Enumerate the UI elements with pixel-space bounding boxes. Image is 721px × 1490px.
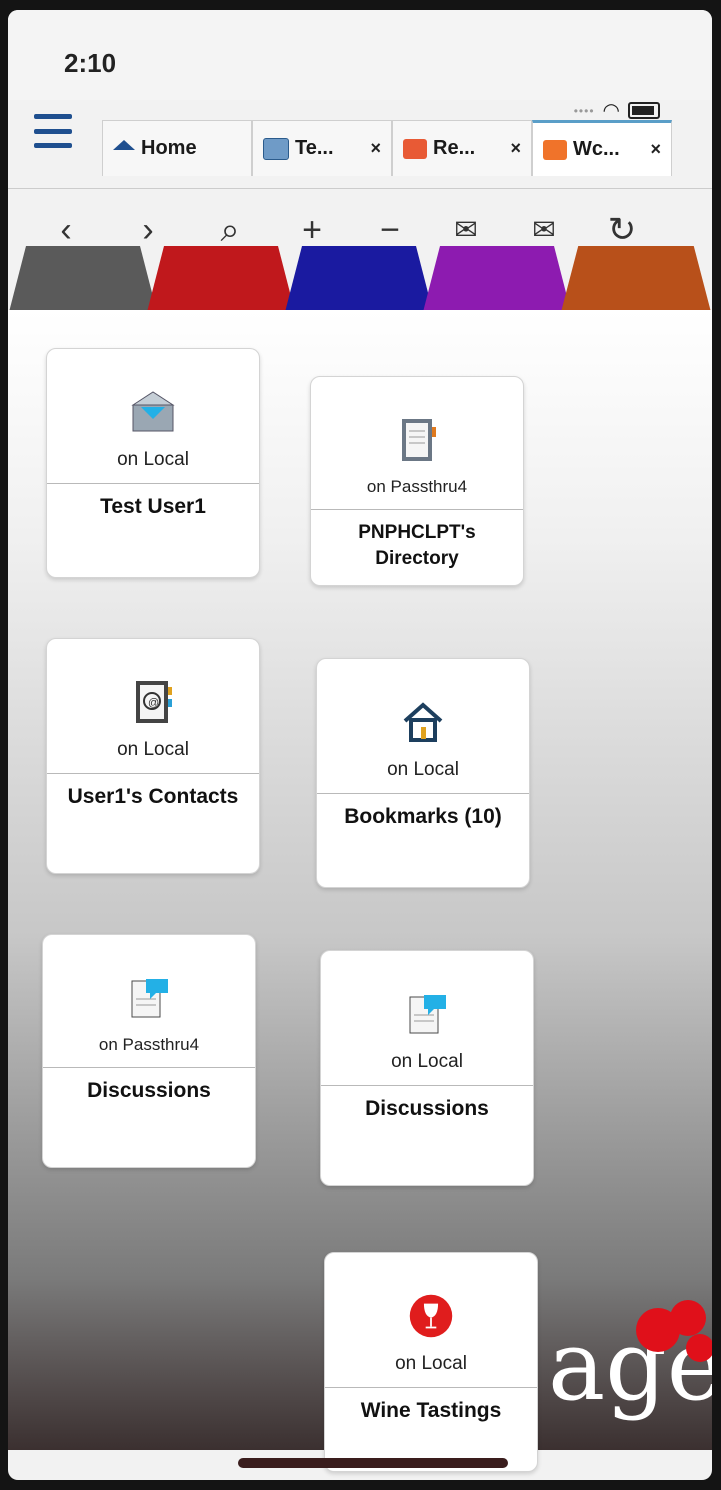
- tile-discussions-passthru[interactable]: on Passthru4 Discussions: [42, 934, 256, 1168]
- tile-wine-tastings[interactable]: on Local Wine Tastings: [324, 1252, 538, 1472]
- tile-location: on Local: [117, 739, 189, 760]
- tab-label: Te...: [295, 137, 334, 159]
- tile-test-user1[interactable]: on Local Test User1: [46, 348, 260, 578]
- tab-re[interactable]: Re... ×: [392, 120, 532, 176]
- folder-icon: [403, 138, 427, 159]
- tile-bookmarks[interactable]: on Local Bookmarks (10): [316, 658, 530, 888]
- tile-directory[interactable]: on Passthru4 PNPHCLPT's Directory: [310, 376, 524, 586]
- close-icon[interactable]: ×: [370, 138, 381, 159]
- forward-icon[interactable]: ›: [126, 210, 170, 250]
- tab-home[interactable]: Home: [102, 120, 252, 176]
- battery-icon: [628, 102, 660, 119]
- tile-title: Bookmarks (10): [344, 805, 502, 828]
- close-icon[interactable]: ×: [650, 139, 661, 160]
- mail-forward-icon[interactable]: ✉: [522, 210, 566, 250]
- tile-title: PNPHCLPT's Directory: [358, 522, 476, 569]
- contacts-icon: @: [130, 679, 176, 725]
- color-tab[interactable]: [146, 246, 296, 316]
- tab-wc[interactable]: Wc... ×: [532, 120, 672, 176]
- home-icon: [113, 139, 135, 150]
- home-indicator[interactable]: [238, 1458, 508, 1468]
- color-tab[interactable]: [8, 246, 158, 316]
- status-bar: 2:10 •••• ◠: [8, 10, 712, 122]
- status-time: 2:10: [64, 48, 117, 78]
- workspace-area: on Local Test User1 on Passthru4 PNPHCLP…: [8, 310, 712, 1472]
- directory-icon: [394, 417, 440, 463]
- tile-location: on Local: [391, 1051, 463, 1072]
- zoom-in-icon[interactable]: +: [290, 210, 334, 250]
- tile-location: on Local: [395, 1353, 467, 1374]
- tile-location: on Passthru4: [366, 477, 468, 496]
- search-icon[interactable]: ⌕: [208, 210, 252, 250]
- zoom-out-icon[interactable]: −: [368, 210, 412, 250]
- color-tab[interactable]: [560, 246, 712, 316]
- tile-discussions-local[interactable]: on Local Discussions: [320, 950, 534, 1186]
- tile-location: on Local: [117, 449, 189, 470]
- tile-title: Test User1: [100, 495, 206, 518]
- signal-icon: ••••: [573, 103, 595, 118]
- mail-icon: [263, 137, 289, 160]
- tile-title: User1's Contacts: [67, 785, 239, 808]
- folder-icon: [543, 139, 567, 160]
- gear-logo-icon: [636, 1300, 712, 1362]
- home-icon: [400, 699, 446, 745]
- tile-title: Discussions: [87, 1079, 211, 1102]
- tab-test[interactable]: Te... ×: [252, 120, 392, 176]
- refresh-icon[interactable]: ↻: [600, 210, 644, 250]
- back-icon[interactable]: ‹: [44, 210, 88, 250]
- tile-location: on Local: [387, 759, 459, 780]
- color-tab-strip: [8, 246, 712, 316]
- phone-screen: 2:10 •••• ◠ Home Te... × Re... × Wc... ×…: [8, 10, 712, 1480]
- wine-icon: [408, 1293, 454, 1339]
- tile-title: Discussions: [365, 1097, 489, 1120]
- tile-contacts[interactable]: @ on Local User1's Contacts: [46, 638, 260, 874]
- close-icon[interactable]: ×: [510, 138, 521, 159]
- discussion-icon: [404, 991, 450, 1037]
- tile-title: Wine Tastings: [360, 1399, 502, 1422]
- color-tab[interactable]: [284, 246, 434, 316]
- discussion-icon: [126, 975, 172, 1021]
- svg-text:@: @: [148, 697, 159, 709]
- tab-label: Home: [141, 137, 197, 159]
- tile-location: on Passthru4: [98, 1035, 200, 1054]
- mail-back-icon[interactable]: ✉: [444, 210, 488, 250]
- tab-label: Wc...: [573, 138, 620, 160]
- menu-button[interactable]: [34, 114, 72, 148]
- mail-icon: [130, 389, 176, 435]
- tab-label: Re...: [433, 137, 476, 159]
- color-tab[interactable]: [422, 246, 572, 316]
